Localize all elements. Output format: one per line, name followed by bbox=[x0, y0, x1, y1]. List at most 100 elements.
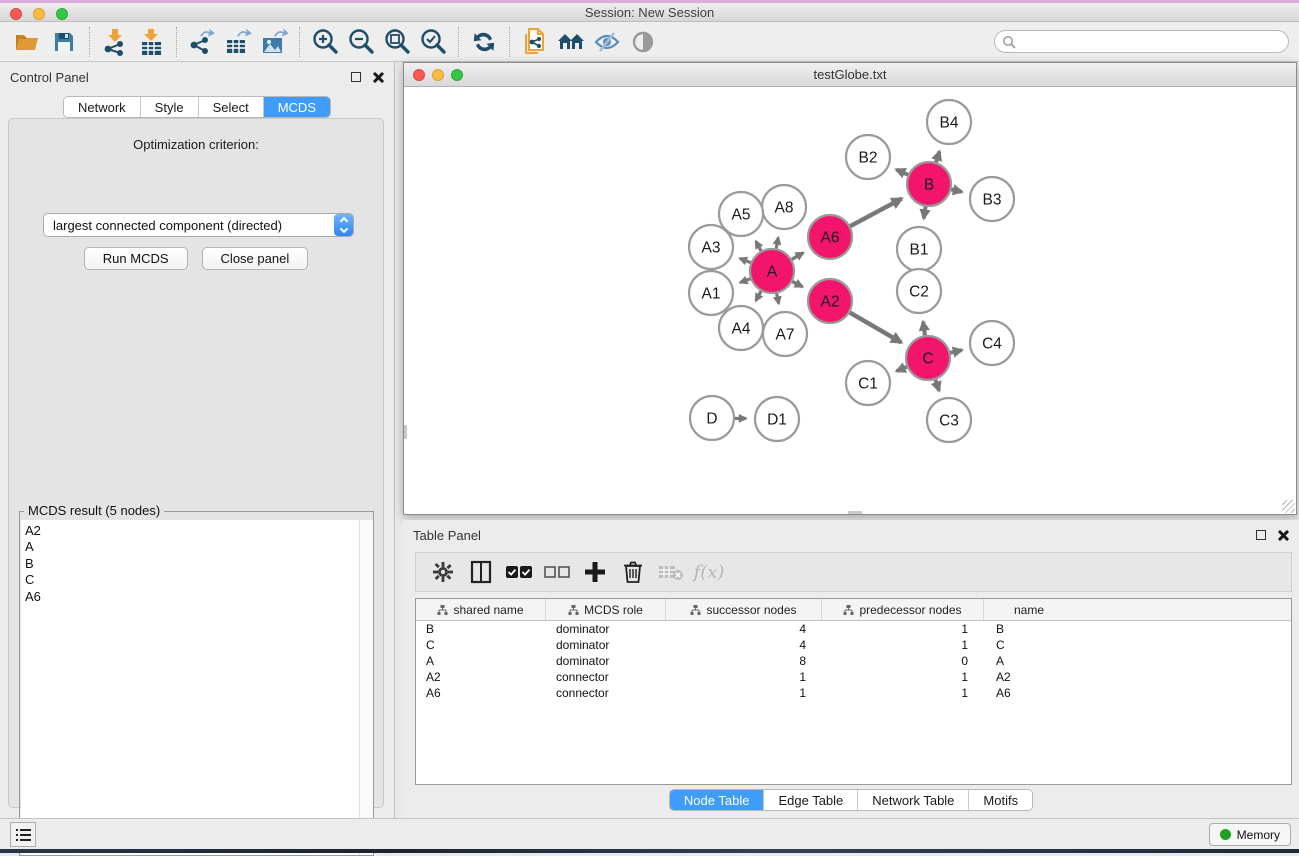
export-network-button[interactable] bbox=[184, 25, 220, 59]
graph-node-C[interactable]: C bbox=[906, 336, 950, 380]
graph-node-A[interactable]: A bbox=[750, 249, 794, 293]
result-scrollbar[interactable] bbox=[359, 520, 373, 855]
import-table-icon bbox=[138, 28, 164, 56]
graph-node-A7[interactable]: A7 bbox=[763, 312, 807, 356]
graph-node-B4[interactable]: B4 bbox=[927, 100, 971, 144]
minimize-window-button[interactable] bbox=[33, 8, 45, 20]
graph-node-A1[interactable]: A1 bbox=[689, 271, 733, 315]
result-item[interactable]: A bbox=[25, 539, 359, 555]
tab-network-table[interactable]: Network Table bbox=[857, 790, 968, 810]
open-session-button[interactable] bbox=[10, 25, 46, 59]
export-image-button[interactable] bbox=[256, 25, 292, 59]
window-resize-grip[interactable] bbox=[1282, 500, 1295, 513]
zoom-out-button[interactable] bbox=[343, 25, 379, 59]
add-column-button[interactable] bbox=[578, 556, 612, 588]
horizontal-scroll-indicator[interactable] bbox=[848, 511, 862, 514]
column-header-name[interactable]: name bbox=[984, 599, 1074, 620]
table-cell: 1 bbox=[822, 621, 984, 637]
table-cell: A2 bbox=[984, 669, 1074, 685]
graph-node-C1[interactable]: C1 bbox=[846, 361, 890, 405]
function-builder-button[interactable]: f(x) bbox=[692, 556, 726, 588]
column-header-predecessor-nodes[interactable]: predecessor nodes bbox=[822, 599, 984, 620]
graph-node-A2[interactable]: A2 bbox=[808, 279, 852, 323]
export-table-button[interactable] bbox=[220, 25, 256, 59]
delete-table-button[interactable] bbox=[654, 556, 688, 588]
network-canvas[interactable]: B4 B2 B B3 A8 A5 A6 A3 B1 A C2 A1 A2 A4A7 C4 C C1 D D1 C3 bbox=[404, 87, 1296, 514]
column-header-MCDS-role[interactable]: MCDS role bbox=[546, 599, 666, 620]
graph-node-C3[interactable]: C3 bbox=[927, 398, 971, 442]
search-field[interactable] bbox=[994, 30, 1289, 53]
table-row[interactable]: A6connector11A6 bbox=[416, 685, 1291, 701]
table-row[interactable]: Adominator80A bbox=[416, 653, 1291, 669]
tab-mcds[interactable]: MCDS bbox=[263, 97, 330, 117]
graph-node-C2[interactable]: C2 bbox=[897, 269, 941, 313]
svg-text:C4: C4 bbox=[982, 336, 1002, 353]
graph-node-B1[interactable]: B1 bbox=[897, 227, 941, 271]
table-toolbar: f(x) bbox=[415, 552, 1292, 592]
network-window-titlebar[interactable]: testGlobe.txt bbox=[404, 63, 1296, 87]
graph-node-A6[interactable]: A6 bbox=[808, 215, 852, 259]
vertical-scroll-indicator[interactable] bbox=[404, 425, 407, 439]
delete-columns-button[interactable] bbox=[616, 556, 650, 588]
share-document-button[interactable] bbox=[517, 25, 553, 59]
optimization-criterion-label: Optimization criterion: bbox=[9, 137, 383, 152]
network-minimize-button[interactable] bbox=[432, 69, 444, 81]
svg-text:A5: A5 bbox=[732, 207, 751, 224]
result-item[interactable]: A6 bbox=[25, 589, 359, 605]
zoom-selected-button[interactable] bbox=[415, 25, 451, 59]
table-row[interactable]: A2connector11A2 bbox=[416, 669, 1291, 685]
tab-select[interactable]: Select bbox=[198, 97, 263, 117]
table-row[interactable]: Cdominator41C bbox=[416, 637, 1291, 653]
close-table-panel-icon[interactable] bbox=[1278, 530, 1289, 541]
column-layout-button[interactable] bbox=[464, 556, 498, 588]
deselect-all-columns-button[interactable] bbox=[540, 556, 574, 588]
close-window-button[interactable] bbox=[10, 8, 22, 20]
select-all-columns-button[interactable] bbox=[502, 556, 536, 588]
criterion-dropdown[interactable]: largest connected component (directed) bbox=[43, 213, 354, 237]
tab-network[interactable]: Network bbox=[64, 97, 140, 117]
graph-node-C4[interactable]: C4 bbox=[970, 321, 1014, 365]
task-history-button[interactable] bbox=[10, 822, 36, 847]
home-button[interactable] bbox=[553, 25, 589, 59]
refresh-button[interactable] bbox=[466, 25, 502, 59]
graph-node-D[interactable]: D bbox=[690, 396, 734, 440]
table-row[interactable]: Bdominator41B bbox=[416, 621, 1291, 637]
tab-style[interactable]: Style bbox=[140, 97, 198, 117]
share-document-icon bbox=[521, 27, 549, 57]
network-zoom-button[interactable] bbox=[451, 69, 463, 81]
zoom-in-button[interactable] bbox=[307, 25, 343, 59]
float-table-panel-button[interactable] bbox=[1256, 530, 1266, 540]
graph-node-A8[interactable]: A8 bbox=[762, 185, 806, 229]
close-panel-button[interactable]: Close panel bbox=[202, 247, 309, 270]
tab-node-table[interactable]: Node Table bbox=[670, 790, 764, 810]
column-header-shared-name[interactable]: shared name bbox=[416, 599, 546, 620]
run-mcds-button[interactable]: Run MCDS bbox=[84, 247, 188, 270]
close-panel-icon[interactable] bbox=[373, 72, 384, 83]
network-close-button[interactable] bbox=[413, 69, 425, 81]
graph-node-D1[interactable]: D1 bbox=[755, 397, 799, 441]
import-table-button[interactable] bbox=[133, 25, 169, 59]
result-item[interactable]: B bbox=[25, 556, 359, 572]
tab-edge-table[interactable]: Edge Table bbox=[763, 790, 857, 810]
memory-button[interactable]: Memory bbox=[1209, 823, 1291, 846]
float-panel-button[interactable] bbox=[351, 72, 361, 82]
graph-node-A3[interactable]: A3 bbox=[689, 225, 733, 269]
tab-motifs[interactable]: Motifs bbox=[968, 790, 1032, 810]
column-header-successor-nodes[interactable]: successor nodes bbox=[666, 599, 822, 620]
zoom-window-button[interactable] bbox=[56, 8, 68, 20]
search-input[interactable] bbox=[1016, 33, 1288, 51]
show-graphics-details-button[interactable] bbox=[625, 25, 661, 59]
import-network-button[interactable] bbox=[97, 25, 133, 59]
graph-node-B[interactable]: B bbox=[907, 162, 951, 206]
graph-node-B3[interactable]: B3 bbox=[970, 177, 1014, 221]
graph-node-A4[interactable]: A4 bbox=[719, 306, 763, 350]
hide-graphics-details-button[interactable] bbox=[589, 25, 625, 59]
result-item[interactable]: A2 bbox=[25, 523, 359, 539]
table-cell: 1 bbox=[822, 685, 984, 701]
result-item[interactable]: C bbox=[25, 572, 359, 588]
graph-node-B2[interactable]: B2 bbox=[846, 135, 890, 179]
table-settings-button[interactable] bbox=[426, 556, 460, 588]
save-session-button[interactable] bbox=[46, 25, 82, 59]
zoom-fit-button[interactable] bbox=[379, 25, 415, 59]
table-cell bbox=[1074, 669, 1291, 685]
